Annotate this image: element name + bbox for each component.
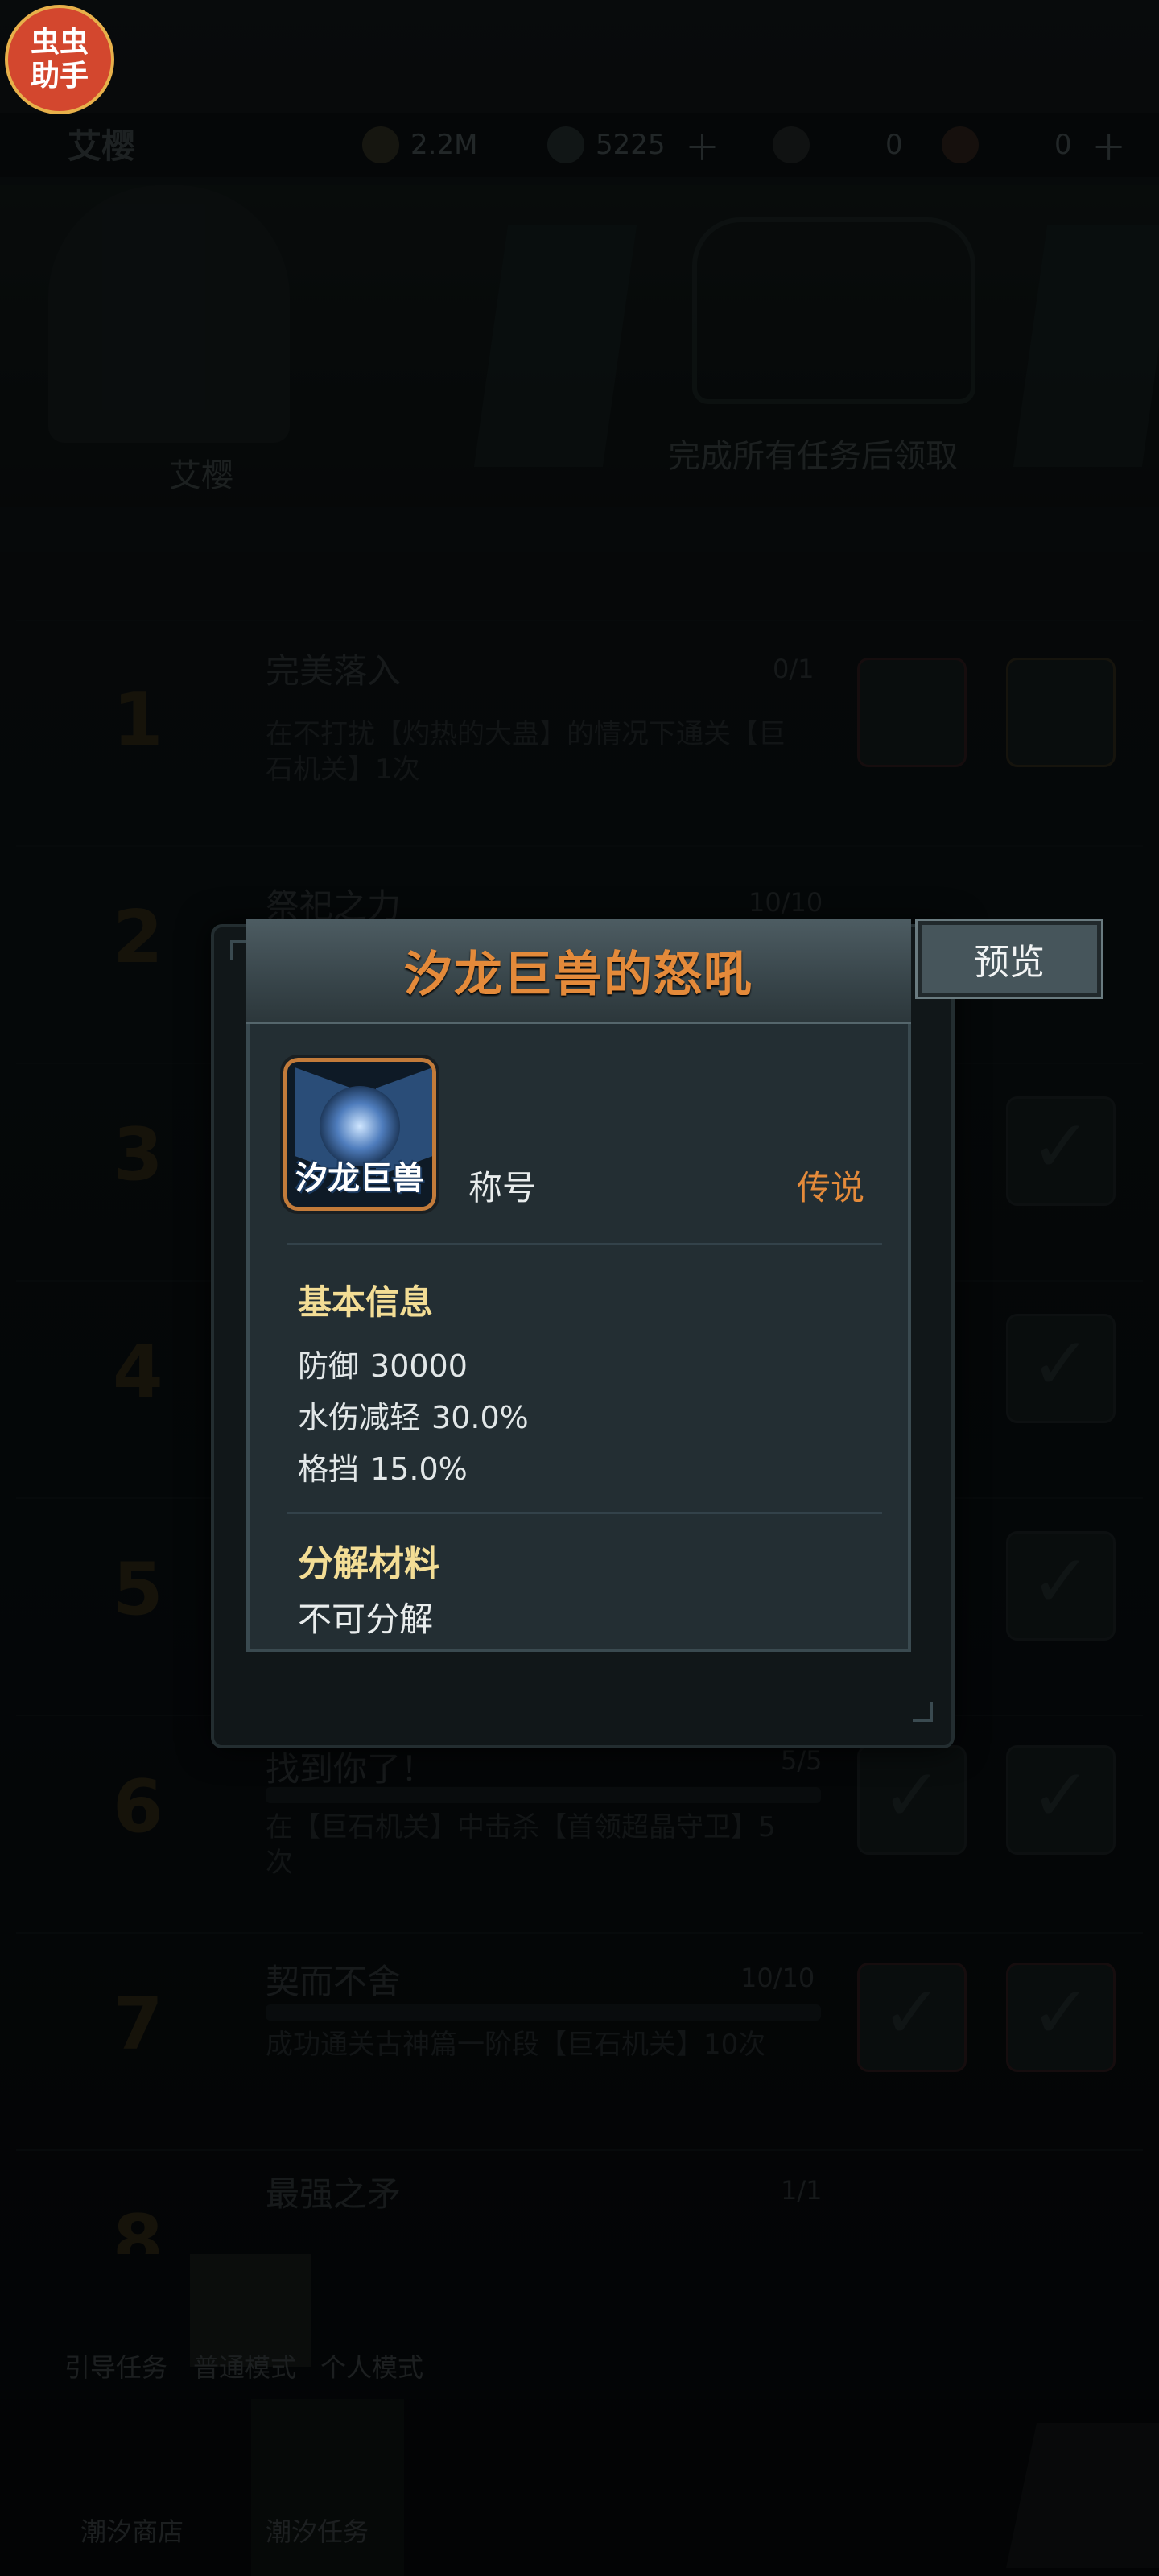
add-icon[interactable]: ＋ (685, 119, 720, 171)
stat-defense: 防御 30000 (298, 1348, 468, 1384)
bottom-nav: 引导任务 普通模式 个人模式 (0, 2254, 1159, 2399)
divider (0, 507, 1159, 552)
frame-corner (913, 1702, 933, 1722)
reward-slot[interactable]: ✓ (857, 1745, 967, 1855)
coin-icon (362, 126, 399, 163)
tide-task-tab-bg (251, 2399, 404, 2576)
reward-slot[interactable] (1006, 658, 1116, 767)
character-portrait (48, 185, 290, 443)
tide-shop-tab[interactable]: 潮汐商店 (80, 2512, 184, 2549)
stat-water-damage-reduction: 水伤减轻 30.0% (298, 1400, 529, 1435)
reward-slot[interactable]: ✓ (857, 1963, 967, 2072)
check-icon: ✓ (881, 1971, 942, 2055)
item-title: 汐龙巨兽的怒吼 (404, 947, 753, 1003)
task-row: 1 完美落入 0/1 在不打扰【灼热的大蛊】的情况下通关【巨石机关】1次 (16, 620, 1143, 823)
check-icon: ✓ (1030, 1322, 1091, 1406)
reward-slot[interactable]: ✓ (1006, 1096, 1116, 1206)
item-rarity: 传说 (797, 1168, 865, 1208)
add-icon[interactable]: ＋ (1091, 119, 1127, 171)
resource-coin: 2.2M (362, 121, 477, 169)
check-icon: ✓ (1030, 1104, 1091, 1189)
task-row: 7 契而不舍 10/10 成功通关古神篇一阶段【巨石机关】10次 ✓ ✓ (16, 1932, 1143, 2135)
nav-personal-mode[interactable]: 个人模式 (320, 2347, 423, 2384)
character-name: 艾樱 (169, 457, 233, 494)
resource-ticket[interactable]: 0 ＋ (942, 121, 1127, 169)
item-icon-label: 汐龙巨兽 (295, 1160, 424, 1197)
reward-slot[interactable]: ✓ (1006, 1745, 1116, 1855)
reward-slot[interactable]: ✓ (1006, 1963, 1116, 2072)
nav-guide-tasks[interactable]: 引导任务 (64, 2347, 167, 2384)
reward-slot[interactable]: ✓ (1006, 1531, 1116, 1641)
materials-value: 不可分解 (298, 1600, 434, 1639)
check-icon: ✓ (1030, 1539, 1091, 1624)
reward-slot[interactable] (857, 658, 967, 767)
resource-gem[interactable]: 5225 ＋ (547, 121, 720, 169)
materials-heading: 分解材料 (298, 1543, 439, 1584)
share-button[interactable] (1006, 2423, 1159, 2568)
assistant-badge[interactable]: 虫虫 助手 (5, 5, 114, 114)
preview-button[interactable]: 预览 (915, 919, 1103, 999)
tide-task-tab[interactable]: 潮汐任务 (266, 2512, 369, 2549)
player-name: 艾樱 (68, 126, 136, 166)
item-type: 称号 (468, 1168, 537, 1208)
key-icon (773, 126, 810, 163)
banner-text: 完成所有任务后领取 (668, 438, 958, 475)
resource-key: 0 (773, 121, 903, 169)
divider (287, 1512, 882, 1514)
item-icon: 汐龙巨兽 (280, 1055, 439, 1214)
task-row: 8 最强之矛 1/1 (16, 2149, 1143, 2284)
divider (287, 1243, 882, 1245)
check-icon: ✓ (881, 1753, 942, 1838)
stat-block: 格挡 15.0% (298, 1451, 468, 1487)
nav-normal-mode[interactable]: 普通模式 (193, 2347, 296, 2384)
check-icon: ✓ (1030, 1753, 1091, 1838)
basic-info-heading: 基本信息 (298, 1282, 434, 1322)
crown-reward-icon (692, 217, 975, 404)
progress-bar (266, 1787, 821, 1803)
ticket-icon (942, 126, 979, 163)
check-icon: ✓ (1030, 1971, 1091, 2055)
reward-slot[interactable]: ✓ (1006, 1314, 1116, 1423)
progress-bar (266, 2004, 821, 2021)
gem-icon (547, 126, 584, 163)
